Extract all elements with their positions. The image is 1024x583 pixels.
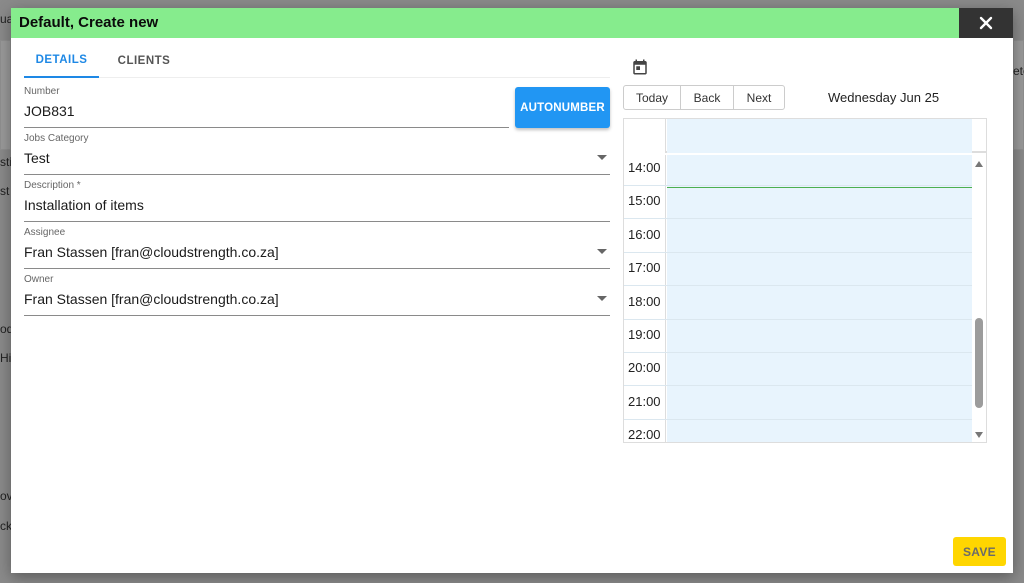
background-text: st: [0, 184, 10, 198]
save-button[interactable]: SAVE: [953, 537, 1006, 566]
owner-select[interactable]: Owner Fran Stassen [fran@cloudstrength.c…: [24, 272, 610, 316]
calendar-nav-group: Today Back Next: [623, 85, 785, 110]
scroll-up-icon[interactable]: [975, 161, 983, 167]
hour-divider: [624, 185, 972, 186]
calendar-gutter-header: [624, 119, 666, 153]
close-icon: [979, 16, 993, 30]
owner-value: Fran Stassen [fran@cloudstrength.co.za]: [24, 291, 279, 307]
jobs-category-value: Test: [24, 150, 50, 166]
time-label: 19:00: [628, 327, 661, 342]
number-label: Number: [24, 86, 60, 97]
background-text: ete: [1013, 64, 1024, 78]
background-card: [1013, 40, 1024, 150]
dialog-titlebar: Default, Create new: [11, 8, 1013, 38]
hour-divider: [624, 318, 972, 320]
scroll-down-icon[interactable]: [975, 432, 983, 438]
day-calendar: 14:00 15:00 16:00 17:00 18:00 19:00 20:00 21:00…: [623, 118, 987, 443]
time-label: 17:00: [628, 260, 661, 276]
calendar-date-label: Wednesday Jun 25: [828, 90, 940, 105]
current-time-indicator: [667, 187, 972, 188]
background-text: Hi: [0, 351, 12, 365]
background-card: [0, 40, 11, 150]
calendar-time-grid: 14:00 15:00 16:00 17:00 18:00 19:00 20:00 21:00…: [624, 155, 986, 443]
hour-divider: [624, 251, 972, 253]
time-label: 21:00: [628, 393, 661, 409]
description-label: Description *: [24, 180, 81, 191]
time-label: 14:00: [628, 160, 661, 175]
hour-divider: [624, 352, 972, 353]
scrollbar-thumb[interactable]: [975, 318, 983, 408]
tab-bar: DETAILS CLIENTS: [24, 44, 610, 78]
close-button[interactable]: [959, 8, 1013, 38]
calendar-icon[interactable]: [631, 58, 649, 76]
create-job-dialog: Default, Create new DETAILS CLIENTS Numb…: [11, 8, 1013, 573]
owner-label: Owner: [24, 274, 54, 285]
time-label: 15:00: [628, 193, 661, 209]
number-field[interactable]: Number JOB831: [24, 84, 509, 128]
hour-divider: [624, 285, 972, 287]
dropdown-arrow-icon[interactable]: [597, 155, 607, 160]
dropdown-arrow-icon[interactable]: [597, 296, 607, 301]
assignee-value: Fran Stassen [fran@cloudstrength.co.za]: [24, 244, 279, 260]
assignee-select[interactable]: Assignee Fran Stassen [fran@cloudstrengt…: [24, 225, 610, 269]
back-button[interactable]: Back: [681, 86, 734, 109]
hour-divider: [624, 218, 972, 220]
hour-divider: [624, 385, 972, 387]
time-label: 16:00: [628, 226, 661, 242]
jobs-category-select[interactable]: Jobs Category Test: [24, 131, 610, 175]
calendar-scrollbar[interactable]: [972, 155, 986, 442]
time-label: 18:00: [628, 293, 661, 309]
jobs-category-label: Jobs Category: [24, 133, 89, 144]
dropdown-arrow-icon[interactable]: [597, 249, 607, 254]
day-column[interactable]: [667, 155, 972, 442]
time-label: 22:00: [628, 427, 661, 443]
description-field[interactable]: Description * Installation of items: [24, 178, 610, 222]
calendar-header: [624, 119, 986, 153]
description-value[interactable]: Installation of items: [24, 197, 144, 213]
assignee-label: Assignee: [24, 227, 66, 238]
calendar-allday-slot[interactable]: [667, 119, 972, 153]
number-value[interactable]: JOB831: [24, 103, 75, 119]
autonumber-button[interactable]: AUTONUMBER: [515, 87, 610, 128]
tab-clients[interactable]: CLIENTS: [109, 44, 179, 78]
next-button[interactable]: Next: [734, 86, 784, 109]
hour-divider: [624, 418, 972, 420]
today-button[interactable]: Today: [624, 86, 681, 109]
dialog-title: Default, Create new: [19, 14, 159, 31]
tab-details[interactable]: DETAILS: [24, 44, 99, 78]
time-label: 20:00: [628, 360, 661, 376]
